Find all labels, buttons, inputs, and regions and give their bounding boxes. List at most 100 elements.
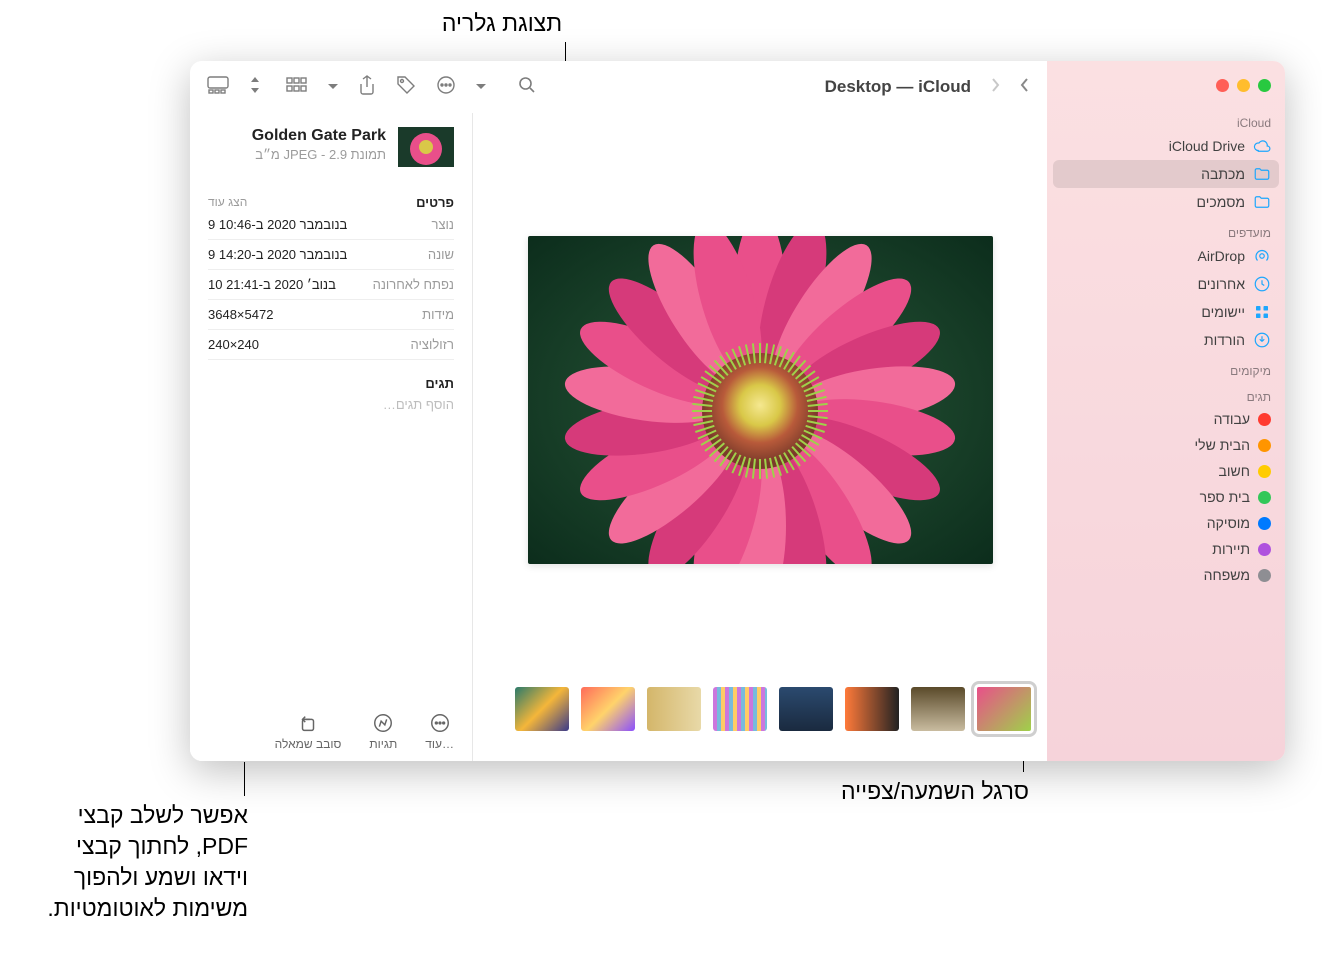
sidebar-tag-item[interactable]: תיירות [1047, 536, 1285, 562]
sidebar-tag-item[interactable]: מוסיקה [1047, 510, 1285, 536]
group-toggle-icon[interactable] [250, 77, 260, 98]
tag-dot-icon [1258, 569, 1271, 582]
info-key: רזולוציה [411, 337, 455, 352]
sidebar-item-label: מכתבה [1201, 166, 1245, 182]
sidebar-item-documents[interactable]: מסמכים [1047, 188, 1285, 216]
sidebar-item-label: תיירות [1212, 541, 1250, 557]
callout-line [244, 762, 245, 796]
info-row: רזולוציה 240×240 [208, 330, 454, 360]
tag-dot-icon [1258, 439, 1271, 452]
preview-image [528, 236, 993, 564]
rotate-left-button[interactable]: סובב שמאלה [275, 712, 342, 751]
minimize-button[interactable] [1237, 79, 1250, 92]
scrubber-thumb[interactable] [779, 687, 833, 731]
scrubber-thumb[interactable] [581, 687, 635, 731]
sidebar-item-icloud-drive[interactable]: iCloud Drive [1047, 132, 1285, 160]
clock-icon [1253, 275, 1271, 293]
scrubber-bar[interactable] [473, 667, 1047, 761]
tag-dot-icon [1258, 543, 1271, 556]
sidebar-item-label: iCloud Drive [1169, 138, 1245, 154]
main-area: Desktop — iCloud [190, 61, 1047, 761]
info-value: 3648×5472 [208, 307, 273, 322]
sidebar-item-label: חשוב [1219, 463, 1250, 479]
sidebar-item-recents[interactable]: אחרונים [1047, 270, 1285, 298]
toolbar: Desktop — iCloud [190, 61, 1047, 113]
callout-gallery-view: תצוגת גלריה [417, 8, 587, 39]
sidebar-item-airdrop[interactable]: AirDrop [1047, 242, 1285, 270]
info-row: נפתח לאחרונה10 בנוב׳ 2020 ב-21:41 [208, 270, 454, 300]
close-button[interactable] [1216, 79, 1229, 92]
sidebar-tag-item[interactable]: משפחה [1047, 562, 1285, 588]
sidebar: iCloud iCloud Drive מכתבה מסמכים מועדפים… [1047, 61, 1285, 761]
add-tags-button[interactable]: הוסף תגים… [208, 397, 454, 412]
action-label: עוד… [425, 737, 454, 751]
info-value: 9 בנובמבר 2020 ב-14:20 [208, 247, 347, 262]
search-button[interactable] [518, 76, 536, 99]
sidebar-tag-item[interactable]: חשוב [1047, 458, 1285, 484]
sidebar-item-label: הבית שלי [1195, 437, 1250, 453]
sidebar-item-label: אחרונים [1198, 276, 1245, 292]
scrubber-thumb[interactable] [911, 687, 965, 731]
file-subtitle: תמונת JPEG - 2.9 מ״ב [252, 147, 386, 162]
sidebar-tag-item[interactable]: בית ספר [1047, 484, 1285, 510]
download-icon [1253, 331, 1271, 349]
show-more-link[interactable]: הצג עוד [208, 195, 247, 210]
markup-button[interactable]: תגיות [369, 712, 397, 751]
window-controls [1047, 71, 1285, 106]
nav-forward-button[interactable] [989, 76, 1001, 99]
callout-more-actions: אפשר לשלב קבצי PDF, לחתוך קבצי וידאו ושמ… [28, 800, 248, 924]
sidebar-item-applications[interactable]: יישומים [1047, 298, 1285, 326]
info-value: 10 בנוב׳ 2020 ב-21:41 [208, 277, 336, 292]
tags-label: תגים [208, 376, 454, 391]
scrubber-thumb[interactable] [977, 687, 1031, 731]
sidebar-item-label: מוסיקה [1207, 515, 1250, 531]
view-options-button[interactable] [286, 77, 308, 98]
sidebar-item-label: עבודה [1214, 411, 1250, 427]
tag-button[interactable] [396, 75, 416, 100]
sidebar-tag-item[interactable]: עבודה [1047, 406, 1285, 432]
quick-actions-bar: סובב שמאלה תגיות עוד… [208, 704, 454, 751]
sidebar-section-tags: תגים [1047, 386, 1285, 406]
preview-area [473, 113, 1047, 761]
info-row: נוצר9 בנובמבר 2020 ב-10:46 [208, 210, 454, 240]
info-row: שונה 9 בנובמבר 2020 ב-14:20 [208, 240, 454, 270]
chevron-down-icon[interactable] [476, 78, 486, 96]
sidebar-item-desktop[interactable]: מכתבה [1053, 160, 1279, 188]
sidebar-item-label: יישומים [1201, 304, 1245, 320]
callout-scrubber: סרגל השמעה/צפייה [820, 776, 1050, 807]
info-key: שונה [428, 247, 454, 262]
info-value: 240×240 [208, 337, 259, 352]
more-actions-button[interactable]: עוד… [425, 712, 454, 751]
sidebar-item-label: הורדות [1204, 332, 1245, 348]
folder-icon [1253, 165, 1271, 183]
scrubber-thumb[interactable] [515, 687, 569, 731]
preview-main [473, 113, 1047, 667]
details-label: פרטים [416, 195, 454, 210]
airdrop-icon [1253, 247, 1271, 265]
sidebar-item-label: AirDrop [1198, 248, 1245, 264]
chevron-down-icon[interactable] [328, 78, 338, 96]
info-row: מידות 3648×5472 [208, 300, 454, 330]
scrubber-thumb[interactable] [713, 687, 767, 731]
sidebar-tag-item[interactable]: הבית שלי [1047, 432, 1285, 458]
action-label: תגיות [369, 737, 397, 751]
share-button[interactable] [358, 75, 376, 100]
tag-dot-icon [1258, 491, 1271, 504]
info-key: מידות [422, 307, 454, 322]
sidebar-item-downloads[interactable]: הורדות [1047, 326, 1285, 354]
sidebar-item-label: מסמכים [1197, 194, 1245, 210]
action-label: סובב שמאלה [275, 737, 342, 751]
sidebar-section-locations: מיקומים [1047, 360, 1285, 380]
scrubber-thumb[interactable] [647, 687, 701, 731]
sidebar-item-label: משפחה [1204, 567, 1250, 583]
tag-dot-icon [1258, 465, 1271, 478]
gallery-view-button[interactable] [206, 76, 230, 99]
cloud-icon [1253, 137, 1271, 155]
tag-dot-icon [1258, 413, 1271, 426]
nav-back-button[interactable] [1019, 76, 1031, 99]
scrubber-thumb[interactable] [845, 687, 899, 731]
maximize-button[interactable] [1258, 79, 1271, 92]
sidebar-section-icloud: iCloud [1047, 112, 1285, 132]
sidebar-section-favorites: מועדפים [1047, 222, 1285, 242]
more-button[interactable] [436, 75, 456, 100]
